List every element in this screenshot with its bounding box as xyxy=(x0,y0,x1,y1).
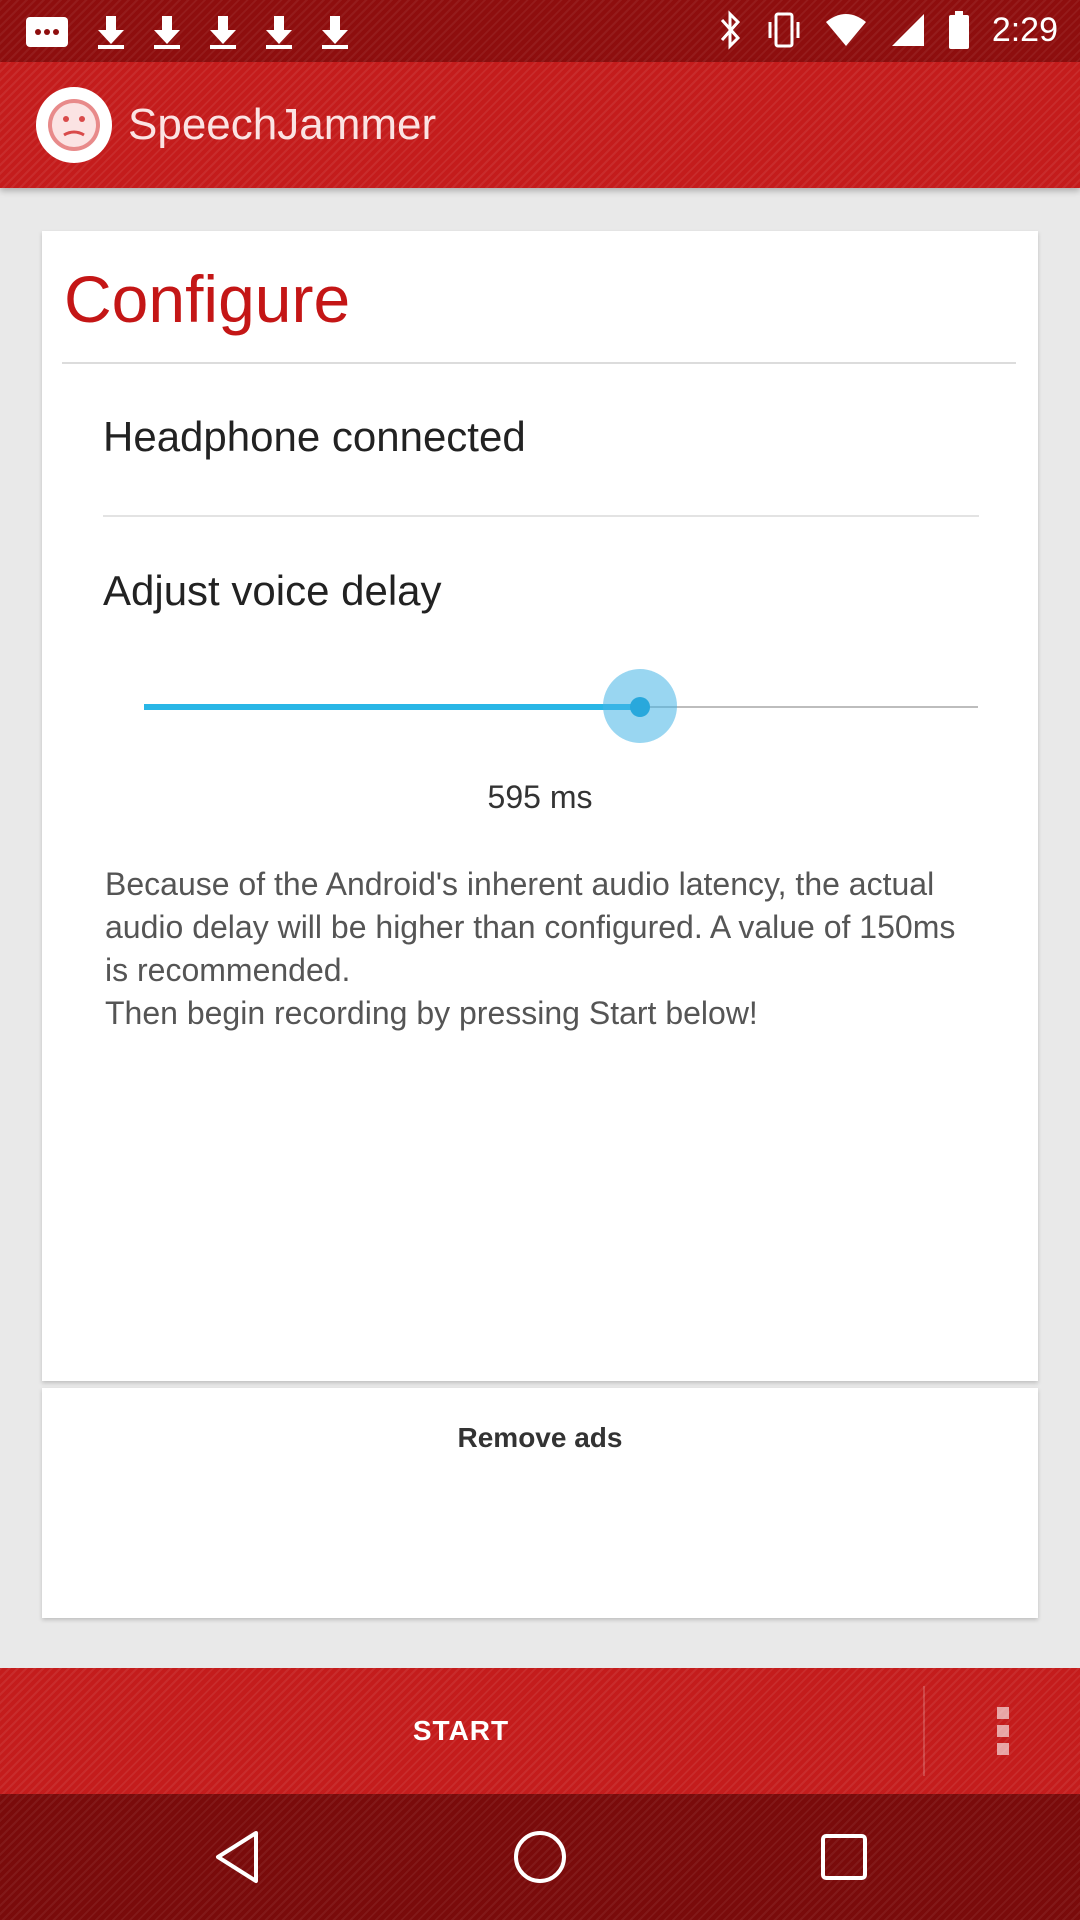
status-bar: 2:29 xyxy=(0,0,1080,62)
sad-face-icon xyxy=(48,99,100,151)
slider-fill xyxy=(144,704,640,710)
home-icon[interactable] xyxy=(507,1824,573,1890)
system-icons: 2:29 xyxy=(718,10,1058,50)
configure-card: Configure Headphone connected Adjust voi… xyxy=(42,231,1038,1381)
app-bar: SpeechJammer xyxy=(0,62,1080,188)
back-icon[interactable] xyxy=(204,1824,270,1890)
app-title: SpeechJammer xyxy=(128,100,437,149)
more-vert-icon[interactable] xyxy=(925,1668,1080,1794)
ads-card: Remove ads xyxy=(42,1388,1038,1618)
vibrate-icon xyxy=(768,12,800,48)
info-text: Because of the Android's inherent audio … xyxy=(105,866,956,1031)
app-logo xyxy=(36,87,112,163)
notification-icons xyxy=(24,14,350,50)
wifi-icon xyxy=(825,14,866,46)
message-icon xyxy=(26,17,68,47)
voice-delay-label: Adjust voice delay xyxy=(103,567,442,614)
recents-icon[interactable] xyxy=(811,1824,877,1890)
start-button[interactable]: START xyxy=(0,1668,922,1794)
delay-value: 595 ms xyxy=(487,779,593,815)
divider xyxy=(103,515,979,517)
configure-title: Configure xyxy=(64,262,351,336)
bottom-action-bar: START xyxy=(0,1668,1080,1794)
navigation-bar xyxy=(0,1794,1080,1920)
download-icon xyxy=(266,16,292,49)
download-icon xyxy=(322,16,348,49)
download-icon xyxy=(98,16,124,49)
bluetooth-icon xyxy=(720,10,740,50)
headphone-status: Headphone connected xyxy=(103,413,526,460)
download-icon xyxy=(210,16,236,49)
slider-thumb[interactable] xyxy=(630,697,650,717)
divider xyxy=(62,362,1016,364)
status-time: 2:29 xyxy=(991,10,1058,49)
voice-delay-slider[interactable] xyxy=(144,669,978,743)
remove-ads-link[interactable]: Remove ads xyxy=(42,1422,1038,1454)
signal-icon xyxy=(891,14,924,46)
battery-icon xyxy=(948,11,969,49)
download-icon xyxy=(154,16,180,49)
